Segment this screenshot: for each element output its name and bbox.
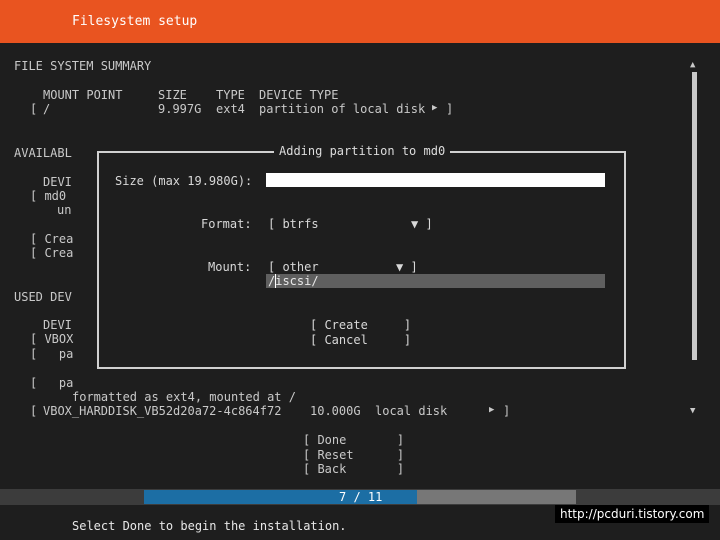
available-heading: AVAILABL bbox=[14, 146, 72, 160]
scroll-down-icon[interactable]: ▼ bbox=[690, 404, 695, 418]
size-label: Size (max 19.980G): bbox=[115, 174, 253, 188]
disk-close-bracket: ] bbox=[503, 404, 511, 418]
text-cursor bbox=[275, 274, 276, 288]
page-title: Filesystem setup bbox=[72, 14, 198, 29]
format-dropdown-icon: ▼ ] bbox=[411, 217, 433, 231]
cancel-button[interactable]: [ Cancel ] bbox=[310, 333, 411, 347]
row-type: ext4 bbox=[216, 102, 245, 116]
mount-dropdown-icon: ▼ ] bbox=[396, 260, 418, 274]
disk-arrow-icon: ▶ bbox=[489, 405, 495, 415]
col-device-type: DEVICE TYPE bbox=[259, 88, 339, 102]
disk-size: 10.000G bbox=[310, 404, 361, 418]
status-message: Select Done to begin the installation. bbox=[72, 519, 347, 533]
used-heading: USED DEV bbox=[14, 290, 72, 304]
row-close-bracket: ] bbox=[446, 102, 454, 116]
col-type: TYPE bbox=[216, 88, 245, 102]
create-option-1[interactable]: [ Crea bbox=[30, 232, 73, 246]
size-input[interactable] bbox=[266, 173, 605, 187]
row-arrow-icon: ▶ bbox=[432, 103, 438, 113]
format-value: [ btrfs bbox=[268, 217, 319, 231]
available-device-sub: un bbox=[57, 203, 72, 217]
available-col-device: DEVI bbox=[43, 175, 72, 189]
used-formatted-note: formatted as ext4, mounted at / bbox=[72, 390, 296, 404]
used-partition-2[interactable]: [ pa bbox=[30, 376, 73, 390]
scrollbar-thumb[interactable] bbox=[692, 72, 697, 360]
row-open-bracket: [ bbox=[30, 102, 38, 116]
disk-type: local disk bbox=[375, 404, 448, 418]
progress-remaining bbox=[417, 490, 576, 504]
col-size: SIZE bbox=[158, 88, 187, 102]
row-size: 9.997G bbox=[158, 102, 202, 116]
progress-label: 7 / 11 bbox=[339, 490, 383, 504]
used-device-vbox[interactable]: [ VBOX bbox=[30, 332, 73, 346]
back-button[interactable]: [ Back ] bbox=[303, 462, 404, 476]
format-label: Format: bbox=[201, 217, 252, 231]
disk-open-bracket: [ bbox=[30, 404, 38, 418]
dialog-title: Adding partition to md0 bbox=[274, 144, 451, 158]
available-device-md0[interactable]: [ md0 bbox=[30, 189, 66, 203]
summary-heading: FILE SYSTEM SUMMARY bbox=[14, 59, 152, 73]
watermark: http://pcduri.tistory.com bbox=[555, 505, 710, 523]
mount-label: Mount: bbox=[208, 260, 252, 274]
create-option-2[interactable]: [ Crea bbox=[30, 246, 73, 260]
col-mount-point: MOUNT POINT bbox=[43, 88, 123, 102]
row-mount: / bbox=[43, 102, 51, 116]
scroll-up-icon[interactable]: ▲ bbox=[690, 58, 695, 72]
done-button[interactable]: [ Done ] bbox=[303, 433, 404, 447]
used-col-device: DEVI bbox=[43, 318, 72, 332]
used-partition-1[interactable]: [ pa bbox=[30, 347, 73, 361]
disk-name: VBOX_HARDDISK_VB52d20a72-4c864f72 bbox=[43, 404, 282, 418]
mount-value: [ other bbox=[268, 260, 319, 274]
create-button[interactable]: [ Create ] bbox=[310, 318, 411, 332]
row-device-type: partition of local disk bbox=[259, 102, 426, 116]
reset-button[interactable]: [ Reset ] bbox=[303, 448, 404, 462]
